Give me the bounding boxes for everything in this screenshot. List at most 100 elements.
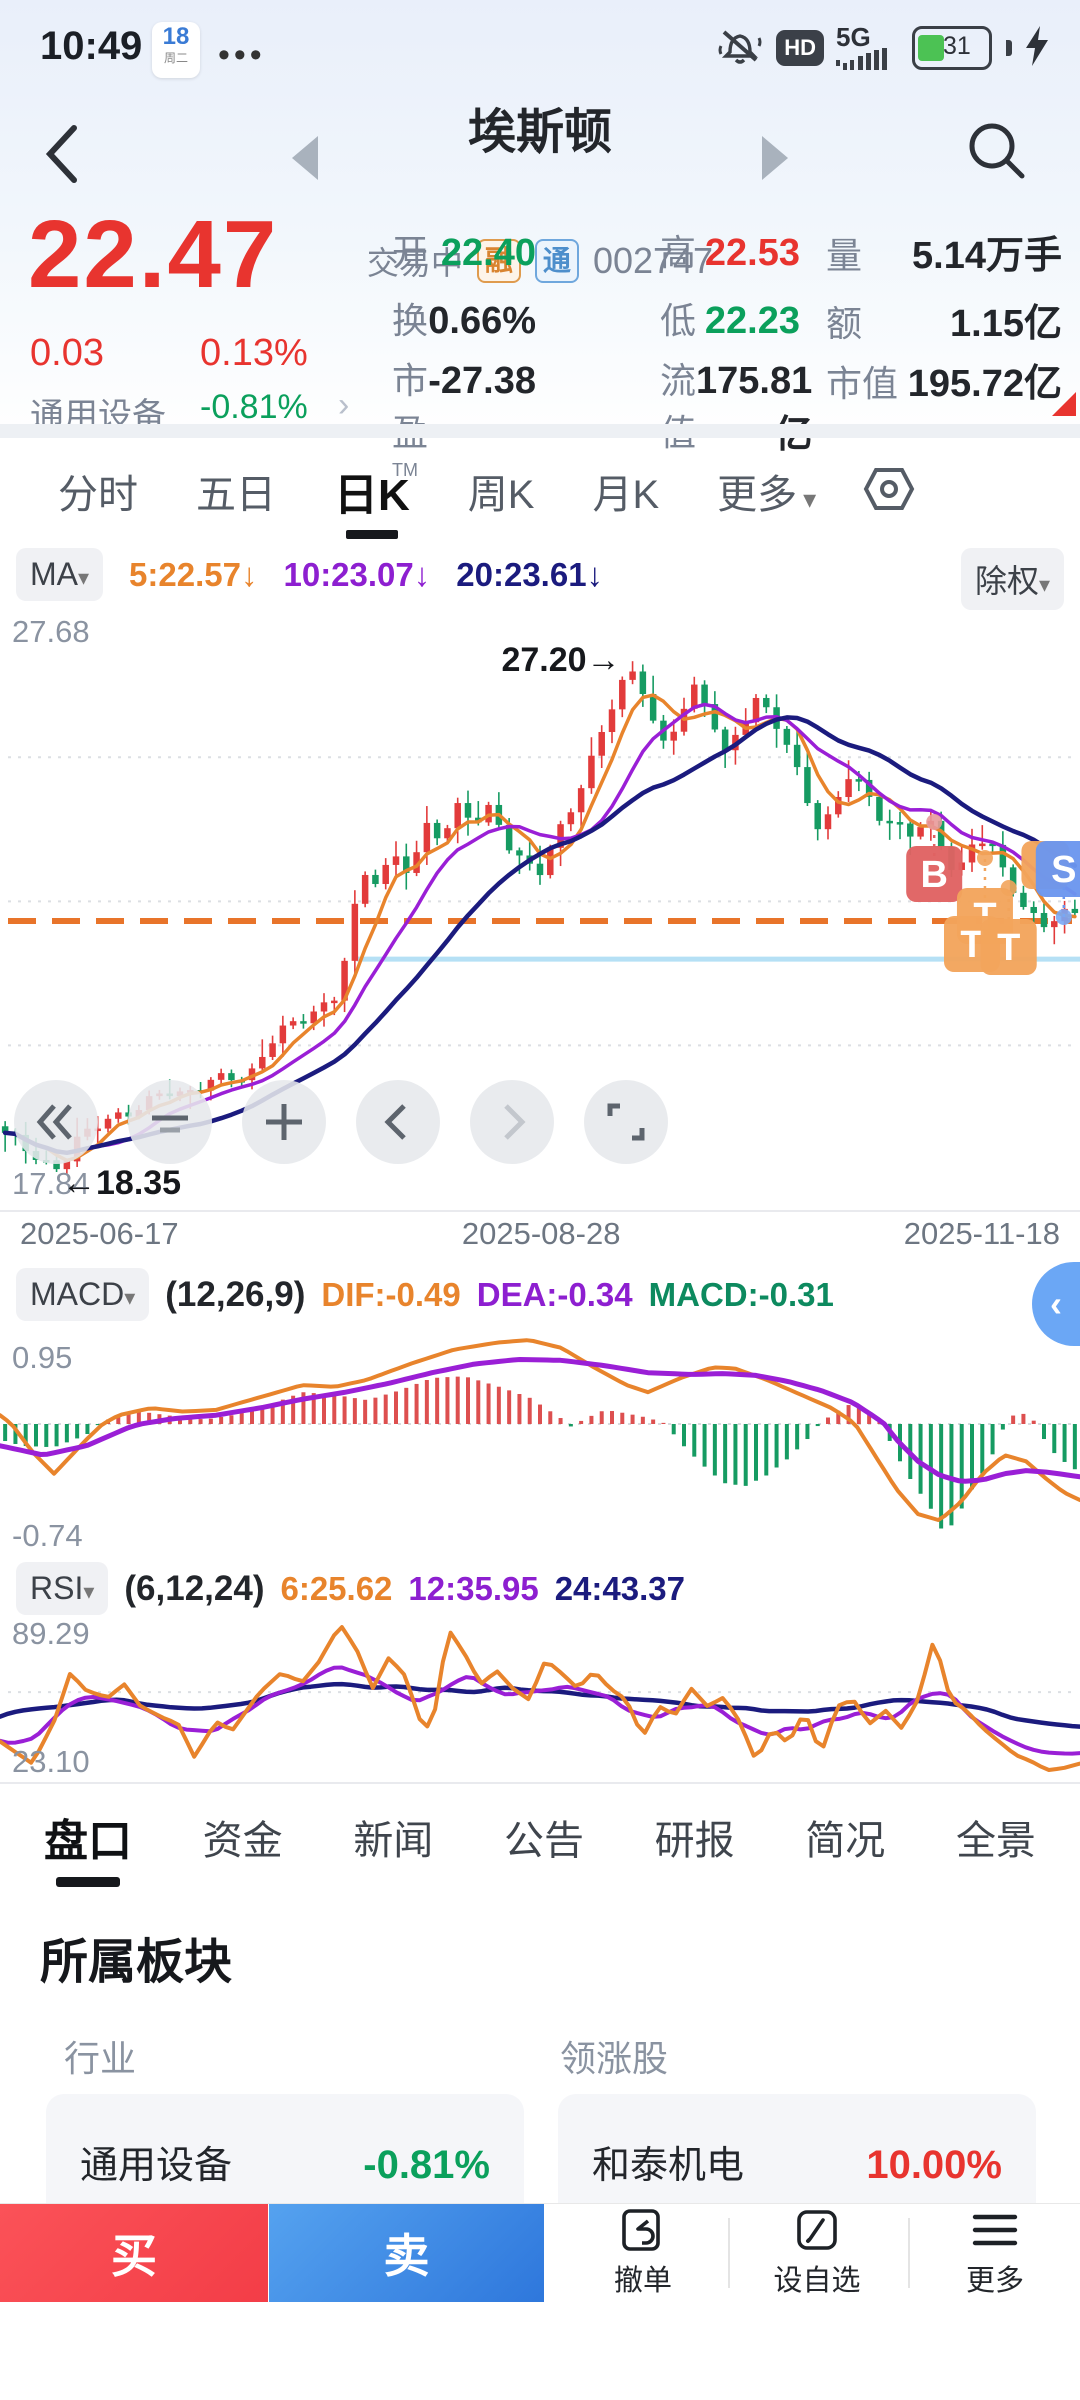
stock-app-screen: 10:49 18 周二 ••• HD 5G 31 埃斯顿 交易中 融 通 002… xyxy=(0,0,1080,2400)
ma5-value: 5:22.57↓ xyxy=(129,555,258,593)
battery-nub xyxy=(1006,40,1012,56)
svg-text:T: T xyxy=(960,924,983,966)
cancel-order-button[interactable]: 撤单 xyxy=(558,2204,728,2302)
stock-title: 埃斯顿 xyxy=(467,106,612,159)
quote-field-低: 低 22.23 xyxy=(660,300,800,342)
zoom-in-button[interactable] xyxy=(242,1080,326,1164)
android-nav-bar xyxy=(0,2302,1080,2400)
charging-bolt-icon xyxy=(1024,25,1050,71)
battery-icon: 31 xyxy=(912,26,992,70)
jump-start-button[interactable] xyxy=(14,1080,98,1164)
next-stock-arrow-icon[interactable] xyxy=(762,136,788,180)
tab-5day[interactable]: 五日 xyxy=(196,462,276,520)
sell-button[interactable]: 卖 xyxy=(269,2204,544,2302)
tab-more[interactable]: 更多 ▾ xyxy=(717,462,816,520)
search-icon[interactable] xyxy=(964,118,1030,189)
date-mid: 2025-08-28 xyxy=(461,1216,621,1251)
quote-field-换: 换 0.66% xyxy=(392,300,536,342)
notification-dots-icon: ••• xyxy=(218,36,266,74)
svg-text:27.20→: 27.20→ xyxy=(501,641,620,679)
sector-chevron-icon[interactable]: › xyxy=(338,386,349,425)
macd-header: MACD▾ (12,26,9) DIF:-0.49 DEA:-0.34 MACD… xyxy=(16,1268,834,1321)
tab-order-book[interactable]: 盘口 xyxy=(44,1805,132,1887)
period-tab-bar: 分时 五日 日K 周K 月K 更多 ▾ xyxy=(0,448,1080,539)
add-watchlist-button[interactable]: 设自选 xyxy=(732,2204,902,2302)
svg-text:S: S xyxy=(1051,849,1076,891)
divider xyxy=(0,1782,1080,1784)
expand-quote-triangle[interactable] xyxy=(1052,392,1076,416)
zoom-out-button[interactable] xyxy=(128,1080,212,1164)
indicator-settings-icon[interactable] xyxy=(862,462,916,521)
rsi-chart[interactable]: 89.29 23.10 xyxy=(0,1612,1080,1780)
ma10-value: 10:23.07↓ xyxy=(283,555,431,593)
macd-value: MACD:-0.31 xyxy=(648,1275,834,1313)
more-icon xyxy=(972,2214,1018,2246)
tab-news[interactable]: 新闻 xyxy=(353,1808,433,1866)
status-icons: HD 5G 31 xyxy=(716,18,1050,78)
edit-watchlist-icon xyxy=(797,2210,837,2250)
quote-field-量: 量 5.14万手 xyxy=(826,235,1062,277)
divider xyxy=(728,2218,730,2288)
rsi-params: (6,12,24) xyxy=(124,1568,265,1608)
section-title: 所属板块 xyxy=(40,1936,233,1989)
calendar-icon: 18 周二 xyxy=(152,22,200,78)
svg-text:B: B xyxy=(920,854,947,896)
more-actions-button[interactable]: 更多 xyxy=(910,2204,1080,2302)
svg-text:89.29: 89.29 xyxy=(12,1616,90,1651)
tab-panorama[interactable]: 全景 xyxy=(956,1808,1036,1866)
detail-tab-bar: 盘口 资金 新闻 公告 研报 简况 全景 xyxy=(0,1790,1080,1887)
macd-chart[interactable]: 0.95 -0.74 xyxy=(0,1334,1080,1558)
date-end: 2025-11-18 xyxy=(903,1216,1060,1251)
signal-5g-icon: 5G xyxy=(836,24,900,70)
pan-right-button[interactable] xyxy=(470,1080,554,1164)
pan-left-button[interactable] xyxy=(356,1080,440,1164)
rsi6-value: 6:25.62 xyxy=(280,1569,393,1607)
tab-daily-k[interactable]: 日K xyxy=(334,459,410,539)
macd-selector-chip[interactable]: MACD▾ xyxy=(16,1268,150,1321)
tab-research[interactable]: 研报 xyxy=(655,1808,735,1866)
date-axis: 2025-06-17 2025-08-28 2025-11-18 xyxy=(0,1216,1080,1252)
rsi-header: RSI▾ (6,12,24) 6:25.62 12:35.95 24:43.37 xyxy=(16,1562,685,1615)
active-tab-underline xyxy=(56,1877,120,1887)
macd-params: (12,26,9) xyxy=(165,1274,306,1314)
connect-badge: 通 xyxy=(534,239,579,283)
battery-fill xyxy=(918,35,944,61)
rsi-selector-chip[interactable]: RSI▾ xyxy=(16,1562,109,1615)
hd-icon: HD xyxy=(776,30,824,66)
sector-change[interactable]: -0.81% xyxy=(200,388,308,427)
tab-announcements[interactable]: 公告 xyxy=(504,1808,584,1866)
quote-field-市值: 市值 195.72亿 xyxy=(826,363,1062,405)
quote-field-流值: 流值175.81亿 xyxy=(660,360,813,456)
quote-field-开: 开 22.40 xyxy=(392,232,536,274)
mute-vibrate-icon xyxy=(716,24,764,73)
column-industry: 行业 xyxy=(64,2038,137,2079)
date-start: 2025-06-17 xyxy=(20,1216,179,1251)
tab-monthly-k[interactable]: 月K xyxy=(592,462,659,520)
svg-text:23.10: 23.10 xyxy=(12,1744,90,1779)
tab-weekly-k[interactable]: 周K xyxy=(468,462,535,520)
ma-bar: MA▾ 5:22.57↓ 10:23.07↓ 20:23.61↓ xyxy=(16,548,603,601)
tab-minute[interactable]: 分时 xyxy=(58,462,138,520)
quote-field-高: 高 22.53 xyxy=(660,232,800,274)
action-bar: 买 卖 撤单 设自选 更多 xyxy=(0,2204,1080,2302)
svg-text:0.95: 0.95 xyxy=(12,1340,72,1375)
tab-profile[interactable]: 简况 xyxy=(805,1808,885,1866)
status-time: 10:49 xyxy=(40,24,143,68)
cancel-order-icon xyxy=(622,2209,660,2251)
rsi12-value: 12:35.95 xyxy=(408,1569,539,1607)
fullscreen-button[interactable] xyxy=(584,1080,668,1164)
leader-name: 和泰机电 xyxy=(592,2145,745,2187)
price-change-pct: 0.13% xyxy=(200,332,308,374)
ma20-value: 20:23.61↓ xyxy=(456,555,604,593)
quote-field-额: 额 1.15亿 xyxy=(826,303,1062,345)
dif-value: DIF:-0.49 xyxy=(321,1275,461,1313)
column-leader: 领涨股 xyxy=(560,2038,669,2079)
tab-funds[interactable]: 资金 xyxy=(203,1808,283,1866)
svg-text:27.68: 27.68 xyxy=(12,614,90,649)
divider xyxy=(0,1210,1080,1212)
ma-selector-chip[interactable]: MA▾ xyxy=(16,548,104,601)
buy-button[interactable]: 买 xyxy=(0,2204,268,2302)
industry-change: -0.81% xyxy=(363,2143,490,2187)
svg-text:T: T xyxy=(997,927,1020,969)
svg-text:←18.35: ←18.35 xyxy=(62,1164,181,1202)
